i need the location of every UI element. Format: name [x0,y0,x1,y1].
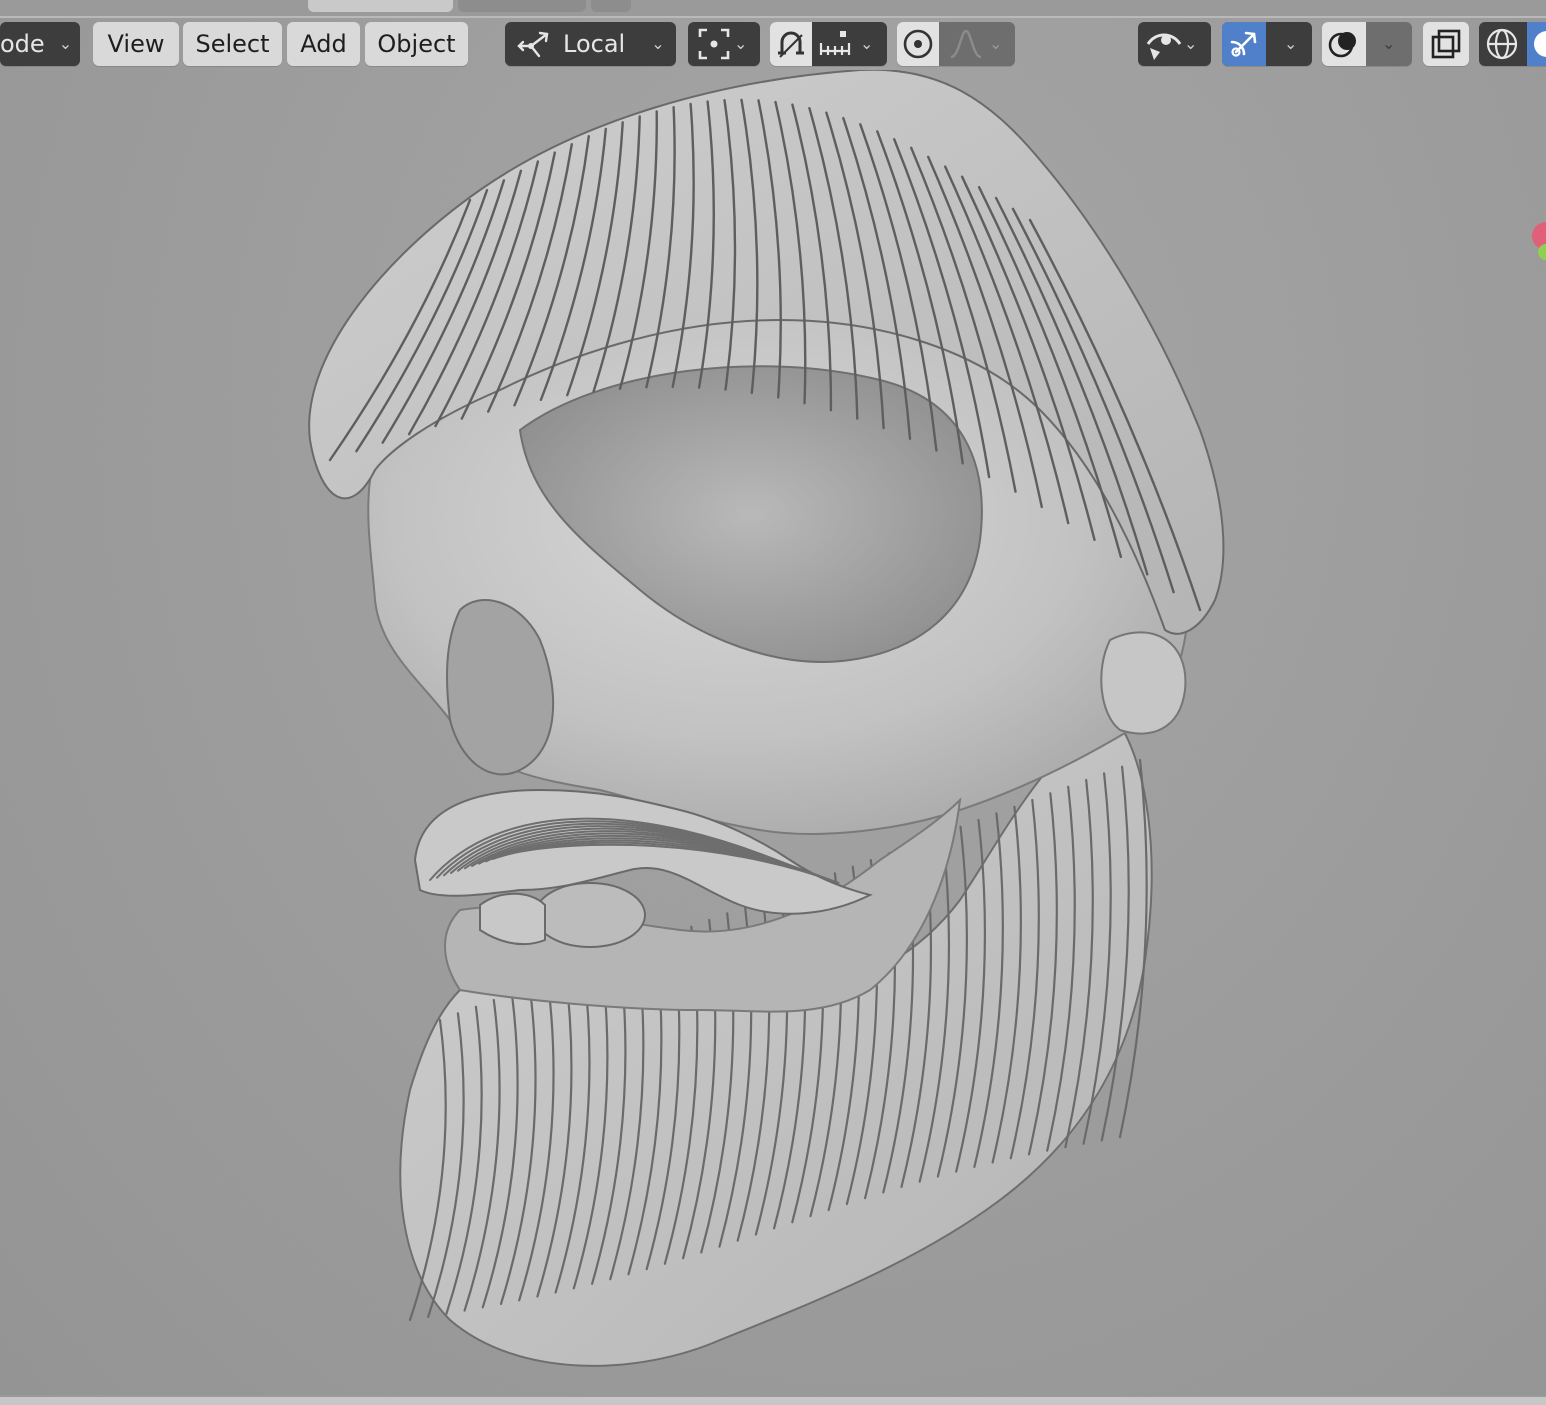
menu-select-label: Select [195,30,270,58]
sculpted-skull-model[interactable] [308,70,1225,1367]
gizmo-toggle[interactable] [1222,22,1266,66]
menu-add[interactable]: Add [287,22,360,66]
shading-group [1479,22,1546,66]
menu-object[interactable]: Object [365,22,468,66]
cigar [534,882,646,948]
overlays-toggle[interactable] [1322,22,1366,66]
menu-view-label: View [107,30,165,58]
workspace-tab[interactable] [458,0,586,12]
chevron-down-icon[interactable]: ⌄ [989,22,1002,66]
chevron-down-icon[interactable]: ⌄ [1284,22,1297,66]
overlays-group: ⌄ [1322,22,1412,66]
gizmo-group: ⌄ [1222,22,1312,66]
menu-add-label: Add [300,30,347,58]
pivot-point-dropdown[interactable]: ⌄ [688,22,760,66]
transform-orientation-icon [517,31,549,58]
proportional-editing-group: ⌄ [897,22,1015,66]
xray-icon [1431,29,1461,59]
object-visibility-dropdown[interactable]: ⌄ [1138,22,1211,66]
proportional-editing-toggle[interactable] [897,22,939,66]
workspace-tab[interactable] [308,0,453,12]
snap-toggle[interactable] [770,22,812,66]
menu-view[interactable]: View [93,22,179,66]
3d-viewport[interactable] [0,70,1546,1395]
proportional-editing-icon [903,29,933,59]
menu-select[interactable]: Select [183,22,282,66]
chevron-down-icon: ⌄ [651,34,665,53]
solid-shading-toggle[interactable] [1527,22,1546,66]
chevron-down-icon[interactable]: ⌄ [860,22,873,66]
falloff-curve-icon[interactable] [947,27,985,61]
chevron-down-icon: ⌄ [58,34,73,53]
chevron-down-icon: ⌄ [734,34,748,53]
solid-shading-icon [1534,31,1546,57]
snapping-group: ⌄ [770,22,887,66]
ear [1100,631,1187,735]
xray-toggle[interactable] [1423,22,1469,66]
chevron-down-icon: ⌄ [1184,34,1198,53]
workspace-tab-strip [0,0,1546,18]
teeth [479,892,546,946]
gizmo-icon [1230,31,1257,57]
mode-dropdown-label: ode [0,30,45,58]
object-visibility-icon [1146,33,1182,60]
viewport-bottom-border [0,1395,1546,1405]
overlays-icon [1328,32,1356,58]
mode-dropdown[interactable]: ode ⌄ [0,22,80,66]
workspace-tab[interactable] [591,0,631,12]
wireframe-shading-icon[interactable] [1483,25,1521,63]
navigation-gizmo[interactable] [1532,222,1546,260]
snap-magnet-icon [778,31,804,58]
chevron-down-icon[interactable]: ⌄ [1382,22,1395,66]
snap-increment-icon[interactable] [816,27,854,61]
pivot-point-icon [698,28,730,60]
transform-orientation-label: Local [563,30,626,58]
transform-orientation-dropdown[interactable]: Local ⌄ [505,22,676,66]
menu-object-label: Object [377,30,456,58]
